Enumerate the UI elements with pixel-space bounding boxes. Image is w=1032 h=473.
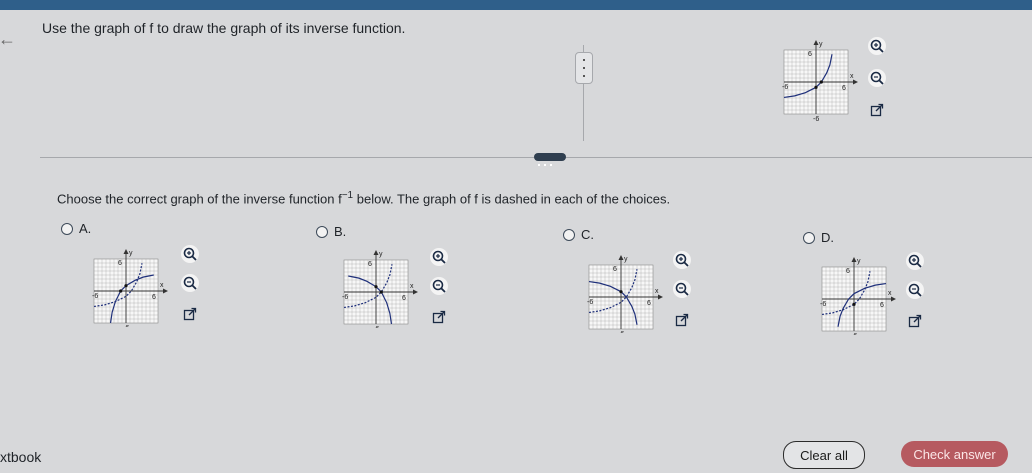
choice-a-zoom-out-icon[interactable] xyxy=(181,274,199,292)
x-pos-tick-label: 6 xyxy=(880,302,884,309)
choice-b-graph-svg: yx6-66-6 xyxy=(342,250,418,328)
main-graph: y x 6 -6 6 -6 xyxy=(780,34,860,124)
instruction-text: Choose the correct graph of the inverse … xyxy=(57,190,671,207)
choice-b-zoom-in-icon[interactable] xyxy=(430,248,448,266)
x-neg-tick-label: -6 xyxy=(92,293,98,300)
y-axis-arrow xyxy=(123,249,129,254)
choice-b[interactable]: B. xyxy=(316,224,346,239)
choice-a-zoom-in-icon[interactable] xyxy=(181,245,199,263)
y-neg-tick-label: -6 xyxy=(373,326,379,328)
point xyxy=(374,285,378,289)
choice-b-graph: yx6-66-6 xyxy=(340,244,420,328)
choice-c-popout-icon[interactable] xyxy=(673,311,691,329)
choice-b-popout-icon[interactable] xyxy=(430,308,448,326)
choice-d-graph: yx6-66-6 xyxy=(818,251,898,335)
point xyxy=(619,290,623,294)
y-neg-tick-label: -6 xyxy=(851,333,857,335)
point xyxy=(814,85,818,89)
choice-b-zoom-out-icon[interactable] xyxy=(430,277,448,295)
y-pos-tick-label: 6 xyxy=(118,260,122,267)
x-axis-arrow xyxy=(658,294,663,300)
y-pos-tick-label: 6 xyxy=(808,51,812,58)
choice-b-label: B. xyxy=(334,224,347,239)
check-answer-button[interactable]: Check answer xyxy=(901,441,1008,467)
point xyxy=(124,284,128,288)
x-axis-label: x xyxy=(160,282,164,289)
radio-d[interactable] xyxy=(803,231,815,244)
back-arrow-icon[interactable]: ← xyxy=(0,30,20,48)
y-axis-arrow xyxy=(851,257,857,262)
choice-d-label: D. xyxy=(821,230,834,245)
x-axis-arrow xyxy=(413,289,418,295)
x-pos-tick-label: 6 xyxy=(842,85,846,92)
x-neg-tick-label: -6 xyxy=(782,84,788,91)
y-axis-label: y xyxy=(379,251,383,258)
point xyxy=(852,302,856,306)
choice-c-label: C. xyxy=(581,227,594,242)
x-neg-tick-label: -6 xyxy=(820,301,826,308)
y-axis-label: y xyxy=(857,258,861,265)
y-axis-label: y xyxy=(624,256,628,263)
zoom-in-icon[interactable] xyxy=(868,37,886,55)
y-neg-tick-label: -6 xyxy=(123,325,129,327)
x-neg-tick-label: -6 xyxy=(587,299,593,306)
x-pos-tick-label: 6 xyxy=(402,295,406,302)
choice-d[interactable]: D. xyxy=(803,230,834,245)
question-text: Use the graph of f to draw the graph of … xyxy=(42,20,406,36)
x-axis-label: x xyxy=(888,290,892,297)
choice-c-zoom-in-icon[interactable] xyxy=(673,251,691,269)
zoom-out-icon[interactable] xyxy=(868,69,886,87)
choice-d-zoom-in-icon[interactable] xyxy=(906,252,924,270)
main-graph-svg: yx6-6 6-6 xyxy=(782,40,858,123)
choice-a-graph: yx6-66-6 xyxy=(90,243,170,327)
x-axis-arrow xyxy=(163,288,168,294)
radio-a[interactable] xyxy=(61,222,73,235)
x-axis-label: x xyxy=(655,288,659,295)
x-pos-tick-label: 6 xyxy=(647,300,651,307)
clear-all-button[interactable]: Clear all xyxy=(783,441,865,469)
choice-d-zoom-out-icon[interactable] xyxy=(906,281,924,299)
choice-c-graph: yx6-66-6 xyxy=(585,249,665,333)
vertical-resize-handle[interactable] xyxy=(575,52,593,84)
point xyxy=(119,289,123,293)
footer-brand: xtbook xyxy=(0,449,42,465)
y-axis-arrow xyxy=(813,40,819,45)
y-axis-arrow xyxy=(373,250,379,255)
x-axis-label: x xyxy=(850,73,854,80)
y-axis-arrow xyxy=(618,255,624,260)
point xyxy=(819,80,823,84)
choice-c-zoom-out-icon[interactable] xyxy=(673,280,691,298)
y-neg-tick-label: -6 xyxy=(618,331,624,333)
y-pos-tick-label: 6 xyxy=(846,268,850,275)
choice-a-graph-svg: yx6-66-6 xyxy=(92,249,168,327)
x-axis-arrow xyxy=(891,296,896,302)
y-pos-tick-label: 6 xyxy=(368,261,372,268)
horizontal-resize-handle[interactable] xyxy=(534,153,566,166)
x-axis-arrow xyxy=(853,79,858,85)
top-bar xyxy=(0,0,1032,10)
x-axis-label: x xyxy=(410,283,414,290)
choice-a[interactable]: A. xyxy=(61,221,91,236)
choice-c[interactable]: C. xyxy=(563,227,594,242)
y-neg-tick-label: -6 xyxy=(813,116,819,123)
choice-d-graph-svg: yx6-66-6 xyxy=(820,257,896,335)
radio-b[interactable] xyxy=(316,225,328,238)
point xyxy=(379,290,383,294)
x-pos-tick-label: 6 xyxy=(152,294,156,301)
y-axis-label: y xyxy=(819,41,823,48)
popout-icon[interactable] xyxy=(868,101,886,119)
radio-c[interactable] xyxy=(563,228,575,241)
y-pos-tick-label: 6 xyxy=(613,266,617,273)
choice-a-label: A. xyxy=(79,221,92,236)
choice-c-graph-svg: yx6-66-6 xyxy=(587,255,663,333)
choice-a-popout-icon[interactable] xyxy=(181,305,199,323)
choice-d-popout-icon[interactable] xyxy=(906,312,924,330)
y-axis-label: y xyxy=(129,250,133,257)
x-neg-tick-label: -6 xyxy=(342,294,348,301)
